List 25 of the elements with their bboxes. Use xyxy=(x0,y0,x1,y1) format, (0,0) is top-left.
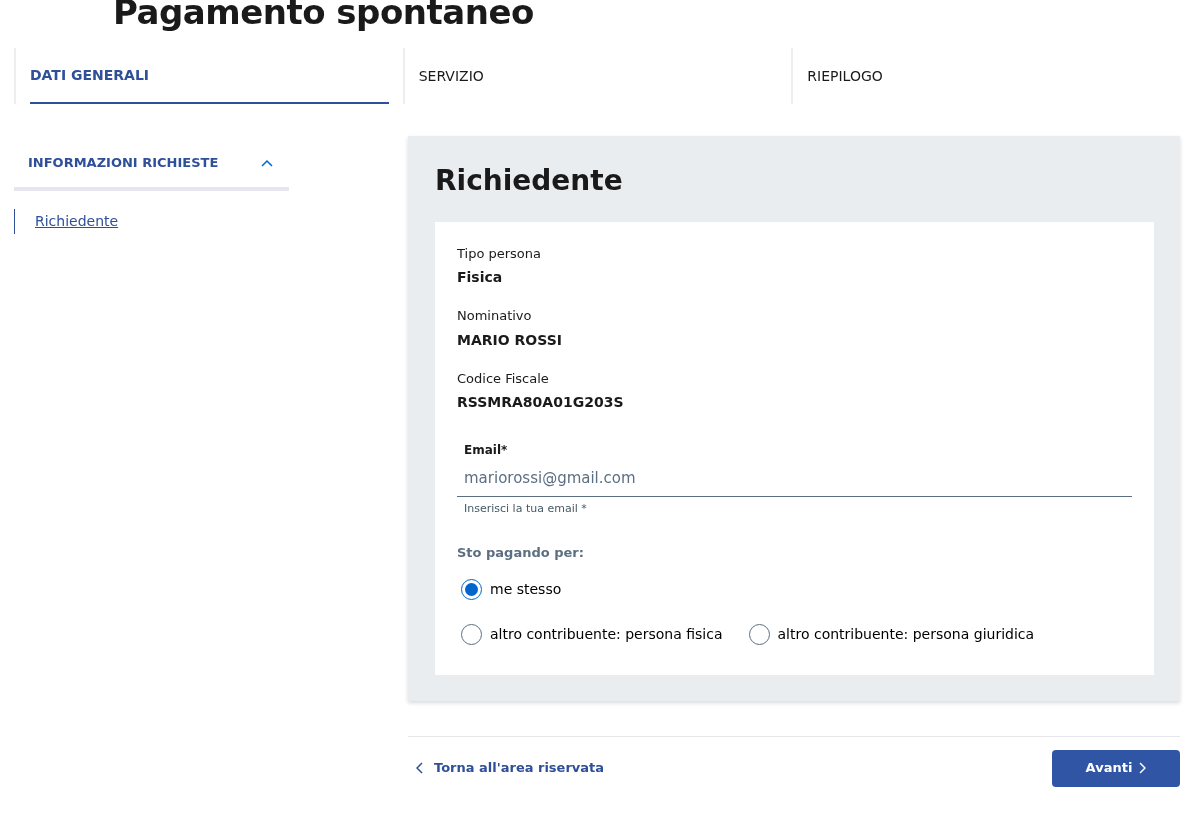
field-label: Email* xyxy=(463,442,508,460)
section-accordion-header[interactable]: INFORMAZIONI RICHIESTE xyxy=(14,138,289,191)
field-label: Nominativo xyxy=(457,307,533,326)
field-hint: Inserisci la tua email * xyxy=(463,500,588,517)
field-value: Fisica xyxy=(457,268,504,288)
radio-option[interactable]: me stesso xyxy=(457,578,562,600)
chevron-icon xyxy=(261,157,273,168)
step-tab[interactable]: RIEPILOGO xyxy=(807,48,1166,104)
step-tab[interactable]: DATI GENERALI xyxy=(30,48,389,104)
field-value: MARIO ROSSI xyxy=(457,330,563,350)
field-label: Tipo persona xyxy=(457,244,543,263)
field-label: Codice Fiscale xyxy=(457,369,550,388)
field-value: RSSMRA80A01G203S xyxy=(457,393,625,413)
radio-group-label: Sto pagando per: xyxy=(457,544,585,563)
email-input[interactable]: mariorossi@gmail.com xyxy=(457,467,1132,497)
chevron-left-icon xyxy=(416,762,424,775)
step-tab[interactable]: SERVIZIO xyxy=(418,48,778,104)
radio-option[interactable]: altro contribuente: persona fisica xyxy=(457,623,723,645)
page-title: Pagamento spontaneo xyxy=(113,0,535,34)
back-link[interactable]: Torna all'area riservata xyxy=(408,758,605,778)
section-title: Richiedente xyxy=(435,164,624,198)
chevron-right-icon xyxy=(1138,762,1147,775)
radio-option[interactable]: altro contribuente: persona giuridica xyxy=(744,623,1035,645)
sidebar-link[interactable]: Richiedente xyxy=(14,209,119,234)
next-button[interactable]: Avanti xyxy=(1052,749,1180,787)
